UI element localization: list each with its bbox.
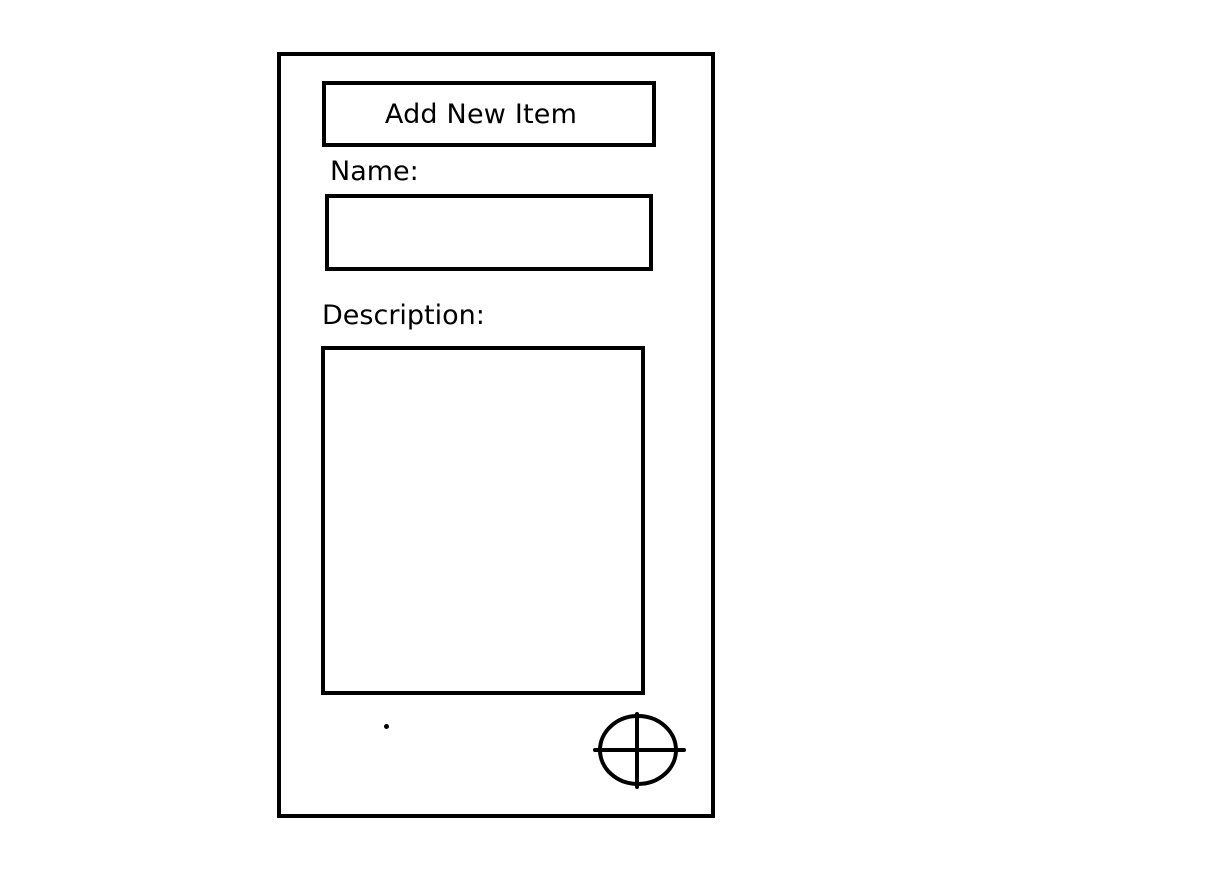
header-bar: Add New Item bbox=[322, 81, 656, 147]
stray-dot bbox=[384, 724, 389, 729]
description-field[interactable] bbox=[321, 346, 645, 695]
add-item-button[interactable] bbox=[592, 710, 686, 790]
description-label: Description: bbox=[322, 300, 485, 331]
crosshair-plus-icon bbox=[593, 712, 686, 789]
name-label: Name: bbox=[330, 156, 419, 187]
name-field[interactable] bbox=[325, 194, 653, 271]
page-title: Add New Item bbox=[384, 98, 578, 130]
